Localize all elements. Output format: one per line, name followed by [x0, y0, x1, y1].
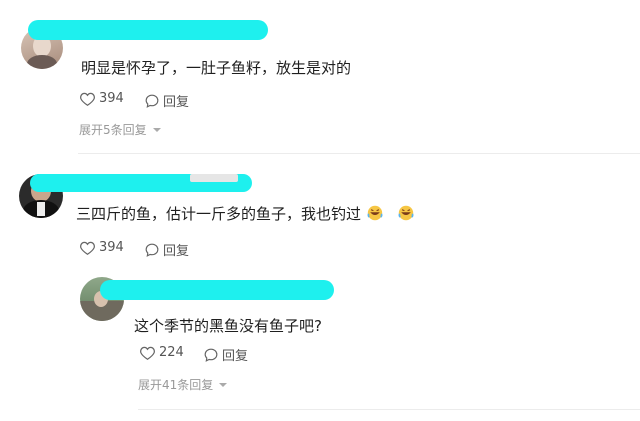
reply-button[interactable]: 回复	[145, 91, 189, 110]
like-count: 394	[99, 240, 124, 255]
like-button[interactable]: 394	[80, 240, 124, 255]
heart-outline-icon	[80, 241, 95, 255]
username-redacted	[100, 280, 334, 300]
chevron-down-icon	[219, 382, 228, 387]
reply-label: 回复	[163, 95, 190, 110]
like-button[interactable]: 394	[80, 91, 124, 106]
reply-label: 回复	[222, 349, 249, 364]
like-count: 224	[159, 345, 184, 360]
laughing-tears-emoji	[398, 205, 414, 221]
expand-replies-button[interactable]: 展开41条回复	[138, 376, 228, 393]
expand-replies-label: 展开41条回复	[138, 378, 214, 392]
reply-button[interactable]: 回复	[145, 240, 189, 259]
comment-text-content: 三四斤的鱼，估计一斤多的鱼子，我也钓过	[76, 205, 362, 223]
timestamp-fragment	[190, 174, 238, 182]
comment-text: 明显是怀孕了，一肚子鱼籽，放生是对的	[81, 59, 352, 77]
heart-outline-icon	[140, 346, 155, 360]
reply-label: 回复	[163, 244, 190, 259]
heart-outline-icon	[80, 92, 95, 106]
speech-bubble-icon	[145, 94, 159, 108]
comment-text: 三四斤的鱼，估计一斤多的鱼子，我也钓过	[76, 203, 414, 224]
divider	[78, 153, 640, 154]
chevron-down-icon	[152, 127, 161, 132]
like-button[interactable]: 224	[140, 345, 184, 360]
username-redacted	[28, 20, 268, 40]
divider	[138, 409, 640, 410]
speech-bubble-icon	[145, 243, 159, 257]
like-count: 394	[99, 91, 124, 106]
expand-replies-label: 展开5条回复	[79, 123, 147, 137]
reply-text: 这个季节的黑鱼没有鱼子吧?	[134, 317, 322, 335]
speech-bubble-icon	[204, 348, 218, 362]
expand-replies-button[interactable]: 展开5条回复	[79, 121, 162, 138]
reply-button[interactable]: 回复	[204, 345, 248, 364]
laughing-tears-emoji	[367, 205, 383, 221]
